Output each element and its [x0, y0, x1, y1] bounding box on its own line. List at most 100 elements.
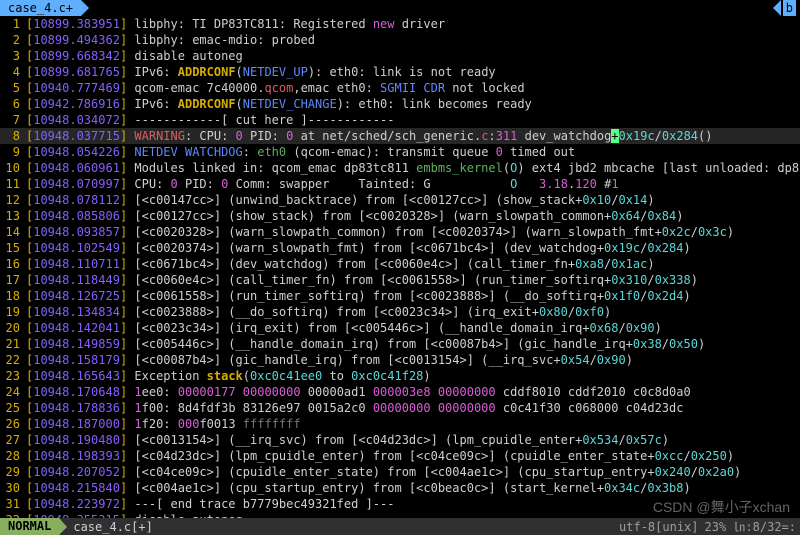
tab-active[interactable]: case_4.c+ — [0, 0, 81, 16]
line-text: [10948.170648] 1ee0: 00000177 00000000 0… — [26, 384, 691, 400]
code-line[interactable]: 3[10899.668342] disable autoneg — [0, 48, 800, 64]
line-number: 23 — [0, 368, 26, 384]
code-line[interactable]: 7[10948.034072] ------------[ cut here ]… — [0, 112, 800, 128]
code-line[interactable]: 10[10948.060961] Modules linked in: qcom… — [0, 160, 800, 176]
line-number: 11 — [0, 176, 26, 192]
line-number: 2 — [0, 32, 26, 48]
line-text: [10948.178836] 1f00: 8d4fdf3b 83126e97 0… — [26, 400, 683, 416]
line-text: [10948.118449] [<c0060e4c>] (call_timer_… — [26, 272, 698, 288]
line-number: 1 — [0, 16, 26, 32]
code-line[interactable]: 29[10948.207052] [<c04ce09c>] (cpuidle_e… — [0, 464, 800, 480]
line-number: 22 — [0, 352, 26, 368]
code-line[interactable]: 6[10942.786916] IPv6: ADDRCONF(NETDEV_CH… — [0, 96, 800, 112]
line-text: [10948.102549] [<c0020374>] (warn_slowpa… — [26, 240, 691, 256]
line-number: 26 — [0, 416, 26, 432]
line-text: [10948.085806] [<c00127cc>] (show_stack)… — [26, 208, 684, 224]
code-line[interactable]: 9[10948.054226] NETDEV WATCHDOG: eth0 (q… — [0, 144, 800, 160]
line-text: [10899.681765] IPv6: ADDRCONF(NETDEV_UP)… — [26, 64, 496, 80]
line-text: [10948.223972] ---[ end trace b7779bec49… — [26, 496, 394, 512]
line-text: [10899.383951] libphy: TI DP83TC811: Reg… — [26, 16, 445, 32]
tab-overflow: b — [783, 0, 796, 16]
code-line[interactable]: 23[10948.165643] Exception stack(0xc0c41… — [0, 368, 800, 384]
code-line[interactable]: 27[10948.190480] [<c0013154>] (__irq_svc… — [0, 432, 800, 448]
line-number: 21 — [0, 336, 26, 352]
code-line[interactable]: 20[10948.142041] [<c0023c34>] (irq_exit)… — [0, 320, 800, 336]
line-text: [10948.158179] [<c00087b4>] (gic_handle_… — [26, 352, 633, 368]
line-number: 17 — [0, 272, 26, 288]
status-bar: NORMAL case_4.c[+] utf-8[unix] 23% ㏑:8/3… — [0, 518, 800, 535]
line-text: [10940.777469] qcom-emac 7c40000.qcom,em… — [26, 80, 525, 96]
code-line[interactable]: 16[10948.110711] [<c0671bc4>] (dev_watch… — [0, 256, 800, 272]
line-text: [10948.207052] [<c04ce09c>] (cpuidle_ent… — [26, 464, 741, 480]
line-number: 7 — [0, 112, 26, 128]
line-number: 5 — [0, 80, 26, 96]
editor-content[interactable]: 1[10899.383951] libphy: TI DP83TC811: Re… — [0, 16, 800, 518]
line-number: 12 — [0, 192, 26, 208]
code-line[interactable]: 28[10948.198393] [<c04d23dc>] (lpm_cpuid… — [0, 448, 800, 464]
code-line[interactable]: 8[10948.037715] WARNING: CPU: 0 PID: 0 a… — [0, 128, 800, 144]
line-text: [10948.054226] NETDEV WATCHDOG: eth0 (qc… — [26, 144, 575, 160]
line-number: 8 — [0, 128, 26, 144]
line-text: [10899.668342] disable autoneg — [26, 48, 243, 64]
code-line[interactable]: 19[10948.134834] [<c0023888>] (__do_soft… — [0, 304, 800, 320]
status-filename: case_4.c[+] — [59, 519, 152, 535]
line-text: [10948.034072] ------------[ cut here ]-… — [26, 112, 394, 128]
code-line[interactable]: 26[10948.187000] 1f20: 000f0013 ffffffff — [0, 416, 800, 432]
line-number: 27 — [0, 432, 26, 448]
code-line[interactable]: 24[10948.170648] 1ee0: 00000177 00000000… — [0, 384, 800, 400]
line-number: 14 — [0, 224, 26, 240]
line-number: 25 — [0, 400, 26, 416]
code-line[interactable]: 2[10899.494362] libphy: emac-mdio: probe… — [0, 32, 800, 48]
code-line[interactable]: 18[10948.126725] [<c0061558>] (run_timer… — [0, 288, 800, 304]
code-line[interactable]: 5[10940.777469] qcom-emac 7c40000.qcom,e… — [0, 80, 800, 96]
line-number: 30 — [0, 480, 26, 496]
line-text: [10948.215840] [<c004ae1c>] (cpu_startup… — [26, 480, 691, 496]
code-line[interactable]: 22[10948.158179] [<c00087b4>] (gic_handl… — [0, 352, 800, 368]
line-text: [10948.187000] 1f20: 000f0013 ffffffff — [26, 416, 301, 432]
line-text: [10948.134834] [<c0023888>] (__do_softir… — [26, 304, 611, 320]
code-line[interactable]: 15[10948.102549] [<c0020374>] (warn_slow… — [0, 240, 800, 256]
line-number: 4 — [0, 64, 26, 80]
code-line[interactable]: 21[10948.149859] [<c005446c>] (__handle_… — [0, 336, 800, 352]
mode-indicator: NORMAL — [0, 518, 59, 535]
line-text: [10948.126725] [<c0061558>] (run_timer_s… — [26, 288, 691, 304]
code-line[interactable]: 17[10948.118449] [<c0060e4c>] (call_time… — [0, 272, 800, 288]
line-text: [10942.786916] IPv6: ADDRCONF(NETDEV_CHA… — [26, 96, 532, 112]
line-number: 15 — [0, 240, 26, 256]
line-number: 16 — [0, 256, 26, 272]
line-number: 13 — [0, 208, 26, 224]
line-number: 18 — [0, 288, 26, 304]
line-text: [10948.110711] [<c0671bc4>] (dev_watchdo… — [26, 256, 655, 272]
line-text: [10948.190480] [<c0013154>] (__irq_svc) … — [26, 432, 669, 448]
code-line[interactable]: 25[10948.178836] 1f00: 8d4fdf3b 83126e97… — [0, 400, 800, 416]
line-text: [10948.198393] [<c04d23dc>] (lpm_cpuidle… — [26, 448, 734, 464]
code-line[interactable]: 30[10948.215840] [<c004ae1c>] (cpu_start… — [0, 480, 800, 496]
code-line[interactable]: 31[10948.223972] ---[ end trace b7779bec… — [0, 496, 800, 512]
code-line[interactable]: 11[10948.070997] CPU: 0 PID: 0 Comm: swa… — [0, 176, 800, 192]
line-number: 28 — [0, 448, 26, 464]
tab-bar: case_4.c+ b — [0, 0, 800, 16]
line-text: [10948.093857] [<c0020328>] (warn_slowpa… — [26, 224, 734, 240]
line-text: [10948.078112] [<c00147cc>] (unwind_back… — [26, 192, 655, 208]
line-number: 9 — [0, 144, 26, 160]
line-number: 19 — [0, 304, 26, 320]
line-number: 3 — [0, 48, 26, 64]
code-line[interactable]: 14[10948.093857] [<c0020328>] (warn_slow… — [0, 224, 800, 240]
line-number: 6 — [0, 96, 26, 112]
line-number: 20 — [0, 320, 26, 336]
status-position: 23% ㏑:8/32=: — [705, 519, 796, 535]
line-text: [10948.060961] Modules linked in: qcom_e… — [26, 160, 800, 176]
line-number: 24 — [0, 384, 26, 400]
code-line[interactable]: 13[10948.085806] [<c00127cc>] (show_stac… — [0, 208, 800, 224]
status-encoding: utf-8[unix] — [619, 519, 698, 535]
line-text: [10948.149859] [<c005446c>] (__handle_do… — [26, 336, 705, 352]
line-text: [10899.494362] libphy: emac-mdio: probed — [26, 32, 315, 48]
line-number: 31 — [0, 496, 26, 512]
line-text: [10948.037715] WARNING: CPU: 0 PID: 0 at… — [26, 128, 712, 144]
code-line[interactable]: 12[10948.078112] [<c00147cc>] (unwind_ba… — [0, 192, 800, 208]
line-text: [10948.142041] [<c0023c34>] (irq_exit) f… — [26, 320, 662, 336]
code-line[interactable]: 4[10899.681765] IPv6: ADDRCONF(NETDEV_UP… — [0, 64, 800, 80]
code-line[interactable]: 1[10899.383951] libphy: TI DP83TC811: Re… — [0, 16, 800, 32]
line-text: [10948.165643] Exception stack(0xc0c41ee… — [26, 368, 431, 384]
line-number: 10 — [0, 160, 26, 176]
